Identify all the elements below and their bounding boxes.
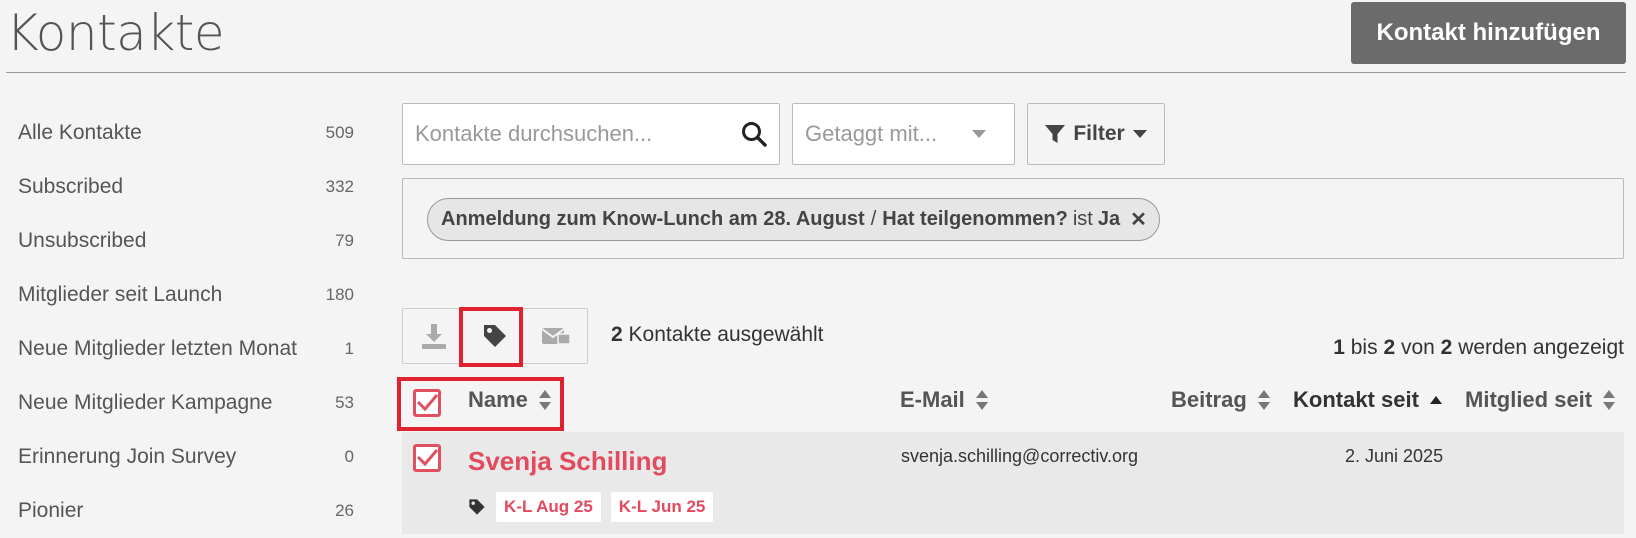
filter-operator: ist (1072, 208, 1093, 230)
sidebar-item-subscribed[interactable]: Subscribed 332 (18, 160, 354, 214)
email-button[interactable] (526, 309, 587, 363)
sidebar-item-count: 53 (335, 393, 354, 412)
pagination-info: 1 bis 2 von 2 werden angezeigt (1333, 336, 1624, 360)
close-icon[interactable]: ✕ (1130, 207, 1147, 232)
column-label: Beitrag (1171, 387, 1247, 412)
check-icon (416, 449, 438, 467)
filter-button-label: Filter (1073, 122, 1125, 145)
search-input[interactable] (415, 121, 741, 147)
selection-count: 2 (611, 323, 623, 346)
range-total: 2 (1440, 336, 1453, 359)
tagged-with-select[interactable]: Getaggt mit... (792, 103, 1015, 165)
tag-icon (468, 498, 486, 516)
sidebar-item-unsubscribed[interactable]: Unsubscribed 79 (18, 214, 354, 268)
sidebar-item-label: Unsubscribed (18, 229, 147, 252)
row-checkbox[interactable] (413, 444, 441, 472)
sort-icon (975, 389, 989, 411)
sidebar-item-count: 1 (344, 339, 354, 358)
sidebar-item-mitglieder-seit-launch[interactable]: Mitglieder seit Launch 180 (18, 268, 354, 322)
range-word-to: bis (1350, 336, 1378, 359)
column-header-kontakt-seit[interactable]: Kontakt seit (1293, 387, 1443, 413)
active-filters-panel: Anmeldung zum Know-Lunch am 28. August /… (402, 178, 1624, 259)
sidebar-item-label: Neue Mitglieder Kampagne (18, 391, 273, 414)
mail-icon (541, 323, 572, 349)
sidebar-item-neue-mitglieder-kampagne[interactable]: Neue Mitglieder Kampagne 53 (18, 376, 354, 430)
sidebar-item-count: 79 (335, 231, 354, 250)
contact-email: svenja.schilling@correctiv.org (901, 446, 1139, 466)
sort-ascending-icon (1429, 395, 1443, 405)
sidebar-item-count: 26 (335, 501, 354, 520)
filter-field: Anmeldung zum Know-Lunch am 28. August (441, 208, 865, 230)
sidebar-item-count: 509 (325, 123, 354, 142)
column-label: Mitglied seit (1465, 387, 1593, 412)
sort-icon (1257, 389, 1271, 411)
column-header-email[interactable]: E-Mail (900, 387, 989, 413)
sidebar-item-label: Subscribed (18, 175, 124, 198)
filter-button[interactable]: Filter (1027, 103, 1165, 165)
highlight-box-name (397, 377, 564, 431)
sidebar-item-label: Alle Kontakte (18, 121, 142, 144)
search-icon[interactable] (741, 121, 767, 147)
chevron-down-icon (972, 130, 986, 138)
contact-tags: K-L Aug 25 K-L Jun 25 (468, 492, 714, 522)
column-label: E-Mail (900, 387, 965, 412)
add-contact-button[interactable]: Kontakt hinzufügen (1351, 2, 1626, 64)
column-label: Kontakt seit (1293, 387, 1419, 412)
sort-icon (1602, 389, 1616, 411)
page-title: Kontakte (6, 4, 225, 62)
sidebar-item-erinnerung-join-survey[interactable]: Erinnerung Join Survey 0 (18, 430, 354, 484)
contact-name-link[interactable]: Svenja Schilling (468, 446, 667, 477)
active-filter-chip[interactable]: Anmeldung zum Know-Lunch am 28. August /… (427, 198, 1160, 241)
sidebar-item-label: Pionier (18, 499, 84, 522)
sidebar-item-label: Neue Mitglieder letzten Monat (18, 337, 297, 360)
tag-pill[interactable]: K-L Jun 25 (610, 492, 714, 522)
sidebar-item-pionier[interactable]: Pionier 26 (18, 484, 354, 538)
contact-since: 2. Juni 2025 (1345, 446, 1444, 466)
range-suffix: werden angezeigt (1458, 336, 1624, 359)
sidebar-item-alle-kontakte[interactable]: Alle Kontakte 509 (18, 106, 354, 160)
sidebar-item-label: Erinnerung Join Survey (18, 445, 237, 468)
funnel-icon (1045, 124, 1066, 144)
selection-label: Kontakte ausgewählt (628, 323, 824, 346)
sidebar-item-count: 0 (344, 447, 354, 466)
sidebar-item-count: 332 (325, 177, 354, 196)
range-word-of: von (1400, 336, 1435, 359)
filter-separator: / (870, 208, 877, 230)
search-box (402, 103, 780, 165)
download-button[interactable] (403, 309, 464, 363)
sidebar-item-neue-mitglieder-monat[interactable]: Neue Mitglieder letzten Monat 1 (18, 322, 354, 376)
highlight-box-tag (459, 307, 523, 367)
tag-pill[interactable]: K-L Aug 25 (496, 492, 601, 522)
download-icon (420, 322, 448, 350)
sidebar-item-label: Mitglieder seit Launch (18, 283, 223, 306)
selection-summary: 2 Kontakte ausgewählt (611, 323, 824, 347)
column-header-mitglied-seit[interactable]: Mitglied seit (1465, 387, 1616, 413)
filter-value: Ja (1097, 208, 1121, 230)
caret-down-icon (1132, 130, 1147, 138)
sidebar: Alle Kontakte 509 Subscribed 332 Unsubsc… (18, 106, 354, 538)
tagged-with-placeholder: Getaggt mit... (805, 121, 938, 146)
range-to: 2 (1383, 336, 1396, 359)
column-header-beitrag[interactable]: Beitrag (1171, 387, 1271, 413)
range-from: 1 (1333, 336, 1345, 359)
table-row: Svenja Schilling svenja.schilling@correc… (402, 432, 1624, 534)
header-divider (6, 72, 1626, 73)
filter-question: Hat teilgenommen? (882, 208, 1068, 230)
sidebar-item-count: 180 (325, 285, 354, 304)
